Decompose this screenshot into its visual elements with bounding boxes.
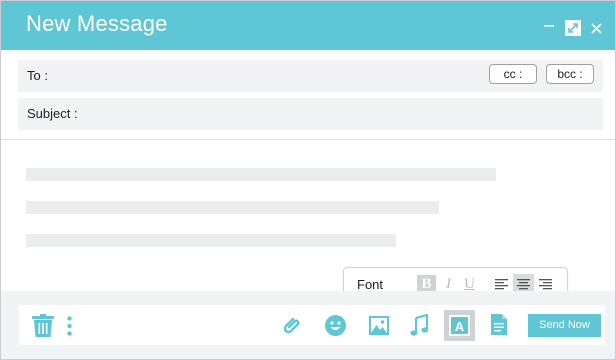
to-label: To : (27, 68, 48, 83)
subject-label: Subject : (27, 106, 78, 121)
title-bar: New Message (1, 1, 615, 50)
expand-icon[interactable] (565, 20, 581, 36)
body-placeholder-line (26, 234, 396, 247)
attachment-icon[interactable] (281, 315, 302, 336)
trash-icon[interactable] (32, 314, 54, 337)
to-field[interactable]: To : cc : bcc : (18, 60, 603, 92)
body-placeholder-line (26, 168, 496, 181)
close-icon[interactable] (591, 23, 602, 34)
body-placeholder-line (26, 201, 439, 214)
svg-text:A: A (455, 319, 465, 334)
more-vertical-icon[interactable] (67, 316, 72, 336)
music-icon[interactable] (410, 314, 429, 336)
emoji-icon[interactable] (325, 315, 346, 336)
window-title: New Message (26, 11, 168, 36)
document-icon[interactable] (491, 314, 507, 335)
new-message-window: New Message To : cc : bcc : Subject : Fo… (0, 0, 616, 360)
send-now-button[interactable]: Send Now (528, 314, 601, 337)
minimize-icon[interactable] (543, 23, 555, 29)
cc-button[interactable]: cc : (489, 64, 537, 84)
toolbar-panel (19, 305, 605, 345)
text-format-icon[interactable]: A (444, 310, 475, 341)
subject-field[interactable]: Subject : (18, 98, 603, 130)
bottom-toolbar (1, 291, 615, 359)
bcc-button[interactable]: bcc : (546, 64, 594, 84)
image-icon[interactable] (369, 316, 389, 335)
font-dropdown[interactable]: Font (357, 277, 383, 292)
